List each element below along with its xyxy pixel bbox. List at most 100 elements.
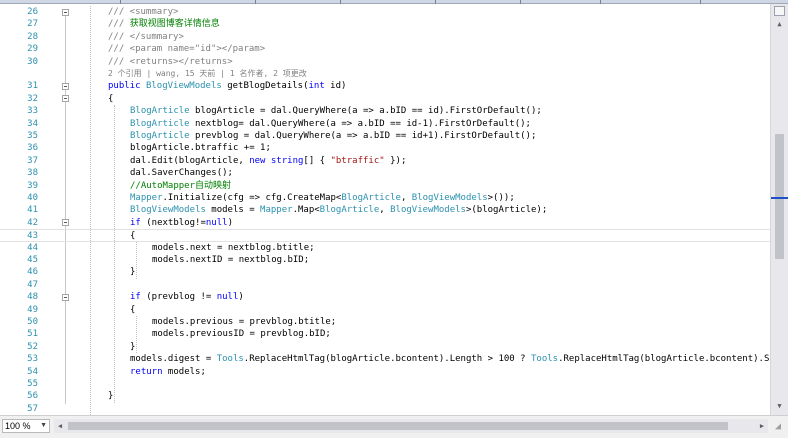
code-line[interactable]: 35 BlogArticle prevblog = dal.QueryWhere(… xyxy=(0,130,770,142)
line-number: 46 xyxy=(27,267,38,278)
code-token-plain: models.nextID = nextblog.bID; xyxy=(152,255,310,265)
code-line[interactable]: 53 models.digest = Tools.ReplaceHtmlTag(b… xyxy=(0,353,770,365)
code-token-xml: /// <returns></returns> xyxy=(108,56,233,67)
line-number: 54 xyxy=(27,366,38,377)
code-line[interactable]: 33 BlogArticle blogArticle = dal.QueryWhe… xyxy=(0,105,770,117)
code-token-plain: id) xyxy=(324,81,347,92)
code-line[interactable]: 38 dal.SaverChanges(); xyxy=(0,167,770,179)
code-token-plain: (prevblog != xyxy=(140,292,217,303)
code-token-keyword: return xyxy=(130,366,163,377)
code-line[interactable]: 2 个引用 | wang, 15 天前 | 1 名作者, 2 项更改 xyxy=(0,68,770,80)
scroll-down-arrow-icon[interactable]: ▼ xyxy=(775,402,784,411)
code-token-plain: models.previous = prevblog.btitle; xyxy=(152,317,337,327)
split-handle[interactable] xyxy=(774,6,785,16)
code-token-plain: nextblog= dal.QueryWhere(a => a.bID == i… xyxy=(189,118,531,129)
code-line[interactable]: 49 { xyxy=(0,304,770,316)
code-text: dal.SaverChanges(); xyxy=(130,167,770,179)
horizontal-scrollbar[interactable]: ◀ ▶ xyxy=(54,419,768,433)
scroll-up-arrow-icon[interactable]: ▲ xyxy=(775,20,784,29)
code-token-string: "btraffic" xyxy=(330,155,385,166)
code-line[interactable]: 26 /// <summary> xyxy=(0,6,770,18)
line-number: 33 xyxy=(27,106,38,117)
code-line[interactable]: 57 xyxy=(0,403,770,415)
code-token-xml: /// <param name="id"></param> xyxy=(108,44,266,55)
code-text: /// <returns></returns> xyxy=(108,56,770,68)
zoom-dropdown[interactable]: 100 % ▼ xyxy=(2,419,50,433)
code-text: } xyxy=(130,341,770,353)
code-token-keyword: new string xyxy=(249,155,304,166)
code-line[interactable]: 55 xyxy=(0,378,770,390)
code-line[interactable]: 42 if (nextblog!=null) xyxy=(0,217,770,229)
code-token-xml: /// xyxy=(108,19,130,30)
code-line[interactable]: 56} xyxy=(0,390,770,402)
codelens-info[interactable]: 2 个引用 | wang, 15 天前 | 1 名作者, 2 项更改 xyxy=(108,68,770,80)
collapse-minus-icon[interactable] xyxy=(62,219,69,227)
code-token-plain: .ReplaceHtmlTag(blogArticle.bcontent).S xyxy=(558,354,770,365)
code-token-plain: .ReplaceHtmlTag(blogArticle.bcontent).Le… xyxy=(243,354,531,365)
code-line[interactable]: 30 /// <returns></returns> xyxy=(0,56,770,68)
code-line[interactable]: 43{ xyxy=(0,229,770,242)
horizontal-scroll-thumb[interactable] xyxy=(68,422,728,430)
code-line[interactable]: 45 models.nextID = nextblog.bID; xyxy=(0,254,770,266)
code-token-keyword: null xyxy=(216,292,239,303)
code-text: models.nextID = nextblog.bID; xyxy=(152,254,770,266)
scroll-left-arrow-icon[interactable]: ◀ xyxy=(54,419,66,433)
code-line[interactable]: 32 { xyxy=(0,93,770,105)
code-line[interactable]: 28 /// </summary> xyxy=(0,31,770,43)
code-line[interactable]: 41 BlogViewModels models = Mapper.Map<Blo… xyxy=(0,204,770,216)
code-token-comment: //AutoMapper自动映射 xyxy=(130,180,232,191)
code-line[interactable]: 54 return models; xyxy=(0,366,770,378)
code-line[interactable]: 27 /// 获取视图博客详情信息 xyxy=(0,18,770,30)
code-line[interactable]: 50 models.previous = prevblog.btitle; xyxy=(0,316,770,328)
code-token-plain: >()); xyxy=(487,193,515,203)
code-line[interactable]: 44 models.next = nextblog.btitle; xyxy=(0,242,770,254)
collapse-minus-icon[interactable] xyxy=(62,8,69,16)
code-text: /// 获取视图博客详情信息 xyxy=(108,18,770,30)
code-text: if (prevblog != null) xyxy=(130,291,770,303)
code-token-plain: dal.Edit(blogArticle, xyxy=(130,155,250,166)
code-token-keyword: null xyxy=(205,217,228,228)
code-token-plain: blogArticle.btraffic += 1; xyxy=(130,143,271,154)
collapse-minus-icon[interactable] xyxy=(62,82,69,90)
line-number: 29 xyxy=(27,44,38,55)
code-token-plain: prevblog = dal.QueryWhere(a => a.bID == … xyxy=(189,131,537,141)
line-number: 39 xyxy=(27,180,38,191)
code-line[interactable]: 29 /// <param name="id"></param> xyxy=(0,43,770,55)
code-text: /// <param name="id"></param> xyxy=(108,43,770,55)
vertical-scrollbar[interactable]: ▲ ▼ xyxy=(770,4,788,415)
code-token-plain: >(blogArticle); xyxy=(465,205,548,216)
code-text: } xyxy=(130,266,770,278)
code-line[interactable]: 37 dal.Edit(blogArticle, new string[] { "… xyxy=(0,155,770,167)
code-line[interactable]: 36 blogArticle.btraffic += 1; xyxy=(0,142,770,154)
line-number: 37 xyxy=(27,155,38,166)
code-line[interactable]: 47 xyxy=(0,279,770,291)
codelens-text[interactable]: 2 个引用 | wang, 15 天前 | 1 名作者, 2 项更改 xyxy=(108,69,307,78)
code-text: BlogArticle nextblog= dal.QueryWhere(a =… xyxy=(130,118,770,130)
collapse-minus-icon[interactable] xyxy=(62,95,69,103)
code-line[interactable]: 39 //AutoMapper自动映射 xyxy=(0,180,770,192)
code-token-plain: .Map< xyxy=(292,205,320,216)
code-line[interactable]: 48 if (prevblog != null) xyxy=(0,291,770,303)
code-line[interactable]: 46} xyxy=(0,266,770,278)
resize-grip-icon[interactable]: ◢ xyxy=(772,421,784,433)
code-text: blogArticle.btraffic += 1; xyxy=(130,142,770,154)
code-token-xml: /// </summary> xyxy=(108,31,184,42)
code-text: { xyxy=(130,304,770,316)
line-number: 35 xyxy=(27,131,38,141)
code-token-comment: 获取视图博客详情信息 xyxy=(129,19,220,30)
code-line[interactable]: 51 models.previousID = prevblog.bID; xyxy=(0,328,770,340)
line-number: 42 xyxy=(27,217,38,228)
code-token-type: BlogViewModels xyxy=(390,205,466,216)
code-line[interactable]: 52} xyxy=(0,341,770,353)
code-line[interactable]: 34 BlogArticle nextblog= dal.QueryWhere(a… xyxy=(0,118,770,130)
scroll-right-arrow-icon[interactable]: ▶ xyxy=(756,419,768,433)
code-line[interactable]: 31 public BlogViewModels getBlogDetails(i… xyxy=(0,80,770,92)
code-line[interactable]: 40 Mapper.Initialize(cfg => cfg.CreateMap… xyxy=(0,192,770,204)
code-text: dal.Edit(blogArticle, new string[] { "bt… xyxy=(130,155,770,167)
indent-guide xyxy=(90,6,91,415)
editor-status-bar: 100 % ▼ ◀ ▶ ◢ xyxy=(0,415,788,438)
code-editor[interactable]: 26 /// <summary> 27 /// 获取视图博客详情信息 28 /// </s… xyxy=(0,4,770,415)
collapse-minus-icon[interactable] xyxy=(62,293,69,301)
line-number: 51 xyxy=(27,329,38,340)
line-number: 53 xyxy=(27,354,38,365)
